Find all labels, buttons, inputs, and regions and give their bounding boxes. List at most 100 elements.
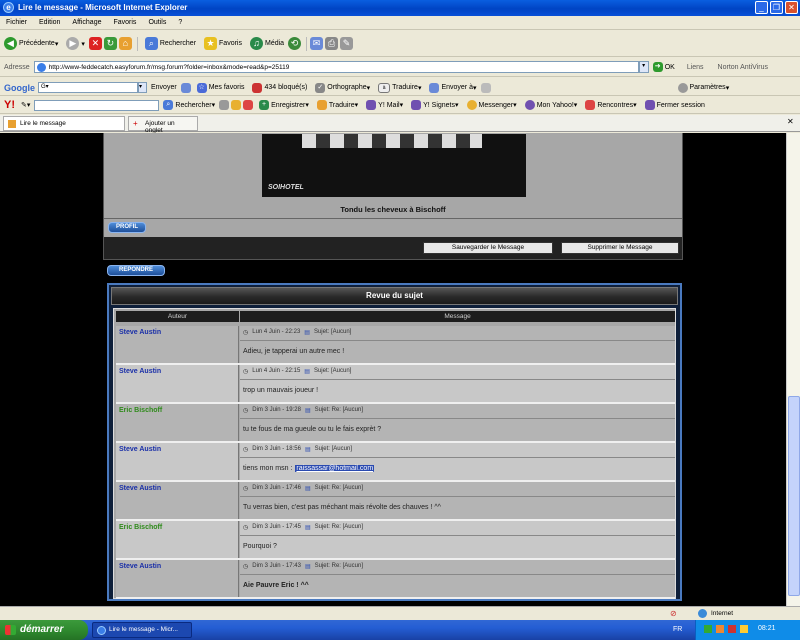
taskbar-item-ie[interactable]: Lire le message - Micr... xyxy=(92,622,192,638)
start-button[interactable]: démarrer xyxy=(0,620,88,640)
close-button[interactable]: ✕ xyxy=(785,1,798,14)
author-name[interactable]: Eric Bischoff xyxy=(119,407,162,414)
email-link[interactable]: raissassar@hotmail.com xyxy=(295,465,375,472)
subject-icon: ▤ xyxy=(304,369,310,375)
add-icon: + xyxy=(259,100,270,110)
post-text: Pourquoi ? xyxy=(243,543,277,550)
vertical-scrollbar[interactable] xyxy=(786,133,800,606)
spellcheck-button[interactable]: ✓ Orthographe ▾ xyxy=(315,82,370,93)
profile-button[interactable]: PROFIL xyxy=(108,222,146,233)
stop-icon[interactable]: ✕ xyxy=(88,37,102,50)
post-subject: Sujet: [Aucun] xyxy=(314,446,352,452)
menu-help[interactable]: ? xyxy=(178,19,182,26)
menu-favoris[interactable]: Favoris xyxy=(113,19,136,26)
tray-icon-3[interactable] xyxy=(728,625,736,633)
forward-button[interactable]: ▶ ▾ xyxy=(66,37,85,50)
sign-out-button[interactable]: Fermer session xyxy=(644,100,705,110)
author-name[interactable]: Steve Austin xyxy=(119,446,161,453)
menu-outils[interactable]: Outils xyxy=(148,19,166,26)
maximize-button[interactable]: ❐ xyxy=(770,1,783,14)
image-figures xyxy=(302,134,482,148)
menu-affichage[interactable]: Affichage xyxy=(72,19,101,26)
post-subject: Sujet: Re: [Aucun] xyxy=(314,563,363,569)
scrollbar-thumb[interactable] xyxy=(788,396,800,596)
menu-fichier[interactable]: Fichier xyxy=(6,19,27,26)
minimize-button[interactable]: _ xyxy=(755,1,768,14)
translate-button[interactable]: à Traduire ▾ xyxy=(378,82,421,93)
author-name[interactable]: Steve Austin xyxy=(119,368,161,375)
author-cell: Eric Bischoff xyxy=(116,521,239,558)
post-subject: Sujet: [Aucun] xyxy=(313,368,352,374)
mail-icon[interactable]: ✉ xyxy=(310,37,324,50)
media-button[interactable]: ♫ Média xyxy=(249,37,284,50)
address-dropdown[interactable]: ▾ xyxy=(638,61,649,73)
search-button[interactable]: ⌕ Rechercher xyxy=(144,37,196,50)
post-meta: ◷ Lun 4 Juin - 22:23 ▤ Sujet: [Aucun] xyxy=(243,329,351,336)
post-subject: Sujet: [Aucun] xyxy=(313,329,352,335)
tray-icon-1[interactable] xyxy=(704,625,712,633)
yahoo-bookmarks-button[interactable]: Y! Signets ▾ xyxy=(411,100,459,110)
google-toolbar: Google G▾ ▾ Envoyer ☆ Mes favoris 434 blo… xyxy=(0,80,800,96)
author-name[interactable]: Steve Austin xyxy=(119,485,161,492)
home-icon[interactable]: ⌂ xyxy=(118,37,132,50)
language-indicator[interactable]: FR xyxy=(673,626,682,633)
go-button[interactable]: ➜ OK xyxy=(652,62,675,72)
tab-bar: Lire le message + Ajouter un onglet ✕ xyxy=(0,115,800,134)
shield-icon[interactable] xyxy=(243,100,254,110)
save-message-button[interactable]: Sauvegarder le Message xyxy=(423,242,553,254)
save-button[interactable]: + Enregistrer ▾ xyxy=(259,100,309,110)
send-to-button[interactable]: Envoyer à ▾ xyxy=(429,82,477,93)
favorites-button[interactable]: ★ Favoris xyxy=(204,37,242,50)
tray-icon-2[interactable] xyxy=(716,625,724,633)
message-cell: ◷ Dim 3 Juin - 18:56 ▤ Sujet: [Aucun] tiens … xyxy=(240,443,675,480)
tab-close-icon[interactable]: ✕ xyxy=(787,117,794,126)
author-name[interactable]: Eric Bischoff xyxy=(119,524,162,531)
subject-icon: ▤ xyxy=(304,447,311,453)
messenger-button[interactable]: Messenger ▾ xyxy=(466,100,517,110)
subject-icon: ▤ xyxy=(304,486,311,492)
yahoo-search-input[interactable] xyxy=(34,99,160,111)
back-button[interactable]: ◀ Précédente ▾ xyxy=(4,37,58,50)
yahoo-mail-button[interactable]: Y! Mail ▾ xyxy=(366,100,403,110)
my-yahoo-button[interactable]: Mon Yahoo! ▾ xyxy=(524,100,577,110)
translate-globe-icon xyxy=(316,100,327,110)
post-date: Lun 4 Juin - 22:15 xyxy=(252,368,301,374)
tab-current[interactable]: Lire le message xyxy=(3,116,125,131)
delete-message-button[interactable]: Supprimer le Message xyxy=(561,242,679,254)
add-tab-button[interactable]: + Ajouter un onglet xyxy=(128,116,198,134)
history-icon[interactable]: ⟲ xyxy=(288,37,302,50)
print-icon[interactable]: ⎙ xyxy=(325,37,339,50)
links-label[interactable]: Liens xyxy=(687,64,704,71)
back-arrow-icon: ◀ xyxy=(4,37,17,50)
menu-edition[interactable]: Edition xyxy=(39,19,60,26)
author-cell: Steve Austin xyxy=(116,365,239,402)
star-icon: ★ xyxy=(204,37,218,50)
review-row: Steve Austin ◷ Dim 3 Juin - 18:56 ▤ Sujet: [… xyxy=(116,443,675,482)
review-row: Steve Austin ◷ Dim 3 Juin - 17:43 ▤ Sujet: R… xyxy=(116,560,675,599)
clock-icon: ◷ xyxy=(243,564,249,570)
meet-button[interactable]: Rencontres ▾ xyxy=(585,100,637,110)
popup-icon[interactable] xyxy=(231,100,242,110)
address-input[interactable]: http://www-feddecatch.easyforum.fr/msg.f… xyxy=(33,61,639,73)
pencil-icon[interactable]: ✎▾ xyxy=(21,101,30,109)
refresh-icon[interactable]: ↻ xyxy=(103,37,117,50)
tray-icon-4[interactable] xyxy=(740,625,748,633)
google-search-input[interactable]: G▾ xyxy=(38,82,138,93)
reply-button[interactable]: REPONDRE xyxy=(107,265,165,276)
author-name[interactable]: Steve Austin xyxy=(119,329,161,336)
google-search-dropdown[interactable]: ▾ xyxy=(138,82,147,93)
clock: 08:21 xyxy=(758,625,776,632)
settings-button[interactable]: Paramètres ▾ xyxy=(677,82,729,93)
google-bookmarks-button[interactable]: ☆ Mes favoris xyxy=(196,82,244,93)
yahoo-search-button[interactable]: ⌕ Rechercher ▾ xyxy=(163,100,215,110)
edit-icon[interactable]: ✎ xyxy=(340,37,354,50)
google-send-button[interactable]: Envoyer xyxy=(151,84,177,91)
antivirus-label[interactable]: Norton AntiVirus xyxy=(718,64,768,71)
popup-blocker-button[interactable]: 434 bloqué(s) xyxy=(252,82,307,93)
author-name[interactable]: Steve Austin xyxy=(119,563,161,570)
message-cell: ◷ Lun 4 Juin - 22:15 ▤ Sujet: [Aucun] trop u… xyxy=(240,365,675,402)
subject-icon: ▤ xyxy=(304,564,311,570)
pen-icon[interactable] xyxy=(480,82,491,93)
highlight-icon[interactable] xyxy=(219,100,230,110)
yahoo-translate-button[interactable]: Traduire ▾ xyxy=(316,100,358,110)
